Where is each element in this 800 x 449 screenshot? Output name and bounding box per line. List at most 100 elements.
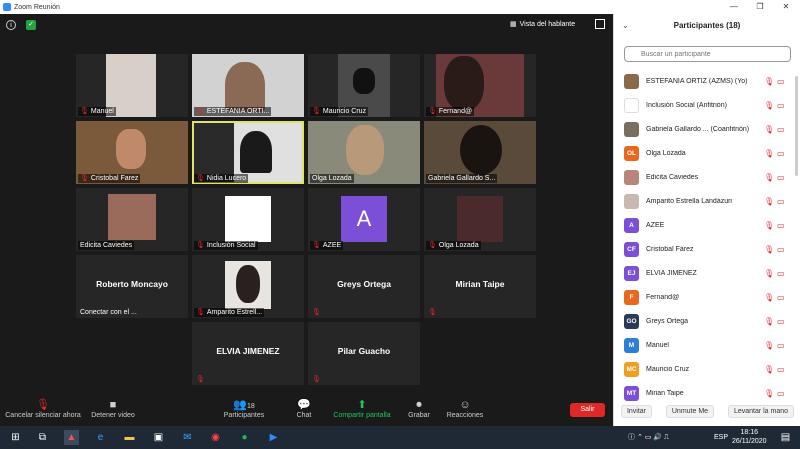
leave-meeting-button[interactable]: Salir bbox=[570, 403, 605, 417]
muted-mic-icon[interactable]: 🎙 bbox=[764, 173, 774, 182]
video-tile[interactable]: 🎙 Manuel bbox=[76, 54, 188, 117]
unmute-button[interactable]: 🎙 Cancelar silenciar ahora bbox=[4, 398, 82, 419]
video-off-icon[interactable]: ▭ bbox=[777, 389, 785, 398]
edge-icon[interactable]: e bbox=[93, 430, 108, 445]
video-tile[interactable]: Gabriela Gallardo S... bbox=[424, 121, 536, 184]
muted-mic-icon[interactable]: 🎙 bbox=[764, 389, 774, 398]
video-off-icon[interactable]: ▭ bbox=[777, 317, 785, 326]
video-off-icon[interactable]: ▭ bbox=[777, 293, 785, 302]
participant-row[interactable]: MC Mauricio Cruz 🎙 ▭ bbox=[614, 357, 800, 381]
video-tile[interactable]: 🎙 Cristobal Farez bbox=[76, 121, 188, 184]
video-off-icon[interactable]: ▭ bbox=[777, 149, 785, 158]
shield-icon[interactable]: ✓ bbox=[26, 20, 36, 30]
unmute-me-button[interactable]: Unmute Me bbox=[665, 404, 715, 418]
maximize-icon[interactable]: ❐ bbox=[748, 0, 772, 14]
muted-mic-icon[interactable]: 🎙 bbox=[764, 101, 774, 110]
info-icon[interactable]: i bbox=[6, 20, 16, 30]
folder-icon[interactable]: ▬ bbox=[122, 430, 137, 445]
participant-row[interactable]: Amparito Estrella Landázuri 🎙 ▭ bbox=[614, 189, 800, 213]
muted-mic-icon[interactable]: 🎙 bbox=[764, 365, 774, 374]
muted-mic-icon[interactable]: 🎙 bbox=[764, 77, 774, 86]
video-tile[interactable]: Roberto Moncayo Conectar con el ... bbox=[76, 255, 188, 318]
participant-row[interactable]: Edicita Caviedes 🎙 ▭ bbox=[614, 165, 800, 189]
video-off-icon[interactable]: ▭ bbox=[777, 365, 785, 374]
fullscreen-icon[interactable] bbox=[595, 19, 605, 29]
mail-icon[interactable]: ✉ bbox=[180, 430, 195, 445]
raise-hand-button[interactable]: Levantar la mano bbox=[727, 404, 795, 418]
spotify-icon[interactable]: ● bbox=[237, 430, 252, 445]
participant-row[interactable]: F Fernand@ 🎙 ▭ bbox=[614, 285, 800, 309]
video-tile[interactable]: Mirian Taipe 🎙 bbox=[424, 255, 536, 318]
video-off-icon[interactable]: ▭ bbox=[777, 173, 785, 182]
muted-mic-icon[interactable]: 🎙 bbox=[764, 341, 774, 350]
muted-mic-icon[interactable]: 🎙 bbox=[764, 221, 774, 230]
meeting-toolbar: 🎙 Cancelar silenciar ahora ■ Detener vid… bbox=[0, 395, 613, 426]
notifications-icon[interactable]: ▤ bbox=[778, 430, 793, 445]
chat-button[interactable]: 💬 Chat bbox=[290, 398, 318, 419]
search-input[interactable] bbox=[624, 46, 791, 62]
chrome-icon[interactable]: ◉ bbox=[208, 430, 223, 445]
speaker-view-button[interactable]: ▦ Vista del hablante bbox=[510, 17, 575, 31]
reactions-button[interactable]: ☺ Reacciones bbox=[444, 398, 486, 419]
record-button[interactable]: ⏺ Grabar bbox=[404, 398, 434, 419]
participant-row[interactable]: ESTEFANIA ORTIZ (AZMS) (Yo) 🎙 ▭ bbox=[614, 69, 800, 93]
muted-mic-icon[interactable]: 🎙 bbox=[764, 269, 774, 278]
windows-start-icon[interactable]: ⊞ bbox=[8, 430, 23, 445]
panel-header: ⌄ Participantes (18) bbox=[614, 14, 800, 38]
system-clock[interactable]: 18:16 26/11/2020 bbox=[732, 428, 767, 446]
video-tile[interactable]: Edicita Caviedes bbox=[76, 188, 188, 251]
participant-row[interactable]: Gabriela Gallardo ... (Coanfitrión) 🎙 ▭ bbox=[614, 117, 800, 141]
participant-name: Mauricio Cruz bbox=[646, 365, 690, 373]
participant-row[interactable]: M Manuel 🎙 ▭ bbox=[614, 333, 800, 357]
share-screen-button[interactable]: ⬆ Compartir pantalla bbox=[330, 398, 394, 419]
language-indicator[interactable]: ESP bbox=[714, 426, 728, 449]
video-tile[interactable]: 🎙 Olga Lozada bbox=[424, 188, 536, 251]
video-off-icon[interactable]: ▭ bbox=[777, 341, 785, 350]
participant-row[interactable]: EJ ELVIA JIMENEZ 🎙 ▭ bbox=[614, 261, 800, 285]
participant-row[interactable]: GO Greys Ortega 🎙 ▭ bbox=[614, 309, 800, 333]
video-tile[interactable]: Olga Lozada bbox=[308, 121, 420, 184]
participant-row[interactable]: Inclusión Social (Anfitrión) 🎙 ▭ bbox=[614, 93, 800, 117]
muted-mic-icon[interactable]: 🎙 bbox=[764, 293, 774, 302]
muted-mic-icon[interactable]: 🎙 bbox=[764, 245, 774, 254]
video-tile[interactable]: 🎙 Inclusión Social bbox=[192, 188, 304, 251]
zoom-logo-icon bbox=[3, 3, 11, 11]
muted-mic-icon[interactable]: 🎙 bbox=[764, 149, 774, 158]
close-icon[interactable]: ✕ bbox=[774, 0, 798, 14]
video-tile[interactable]: 🎙 Amparito Estrell... bbox=[192, 255, 304, 318]
chevron-down-icon[interactable]: ⌄ bbox=[622, 14, 629, 38]
muted-mic-icon[interactable]: 🎙 bbox=[764, 125, 774, 134]
minimize-icon[interactable]: — bbox=[722, 0, 746, 14]
video-off-icon[interactable]: ▭ bbox=[777, 125, 785, 134]
video-off-icon[interactable]: ▭ bbox=[777, 245, 785, 254]
muted-mic-icon[interactable]: 🎙 bbox=[764, 317, 774, 326]
video-off-icon[interactable]: ▭ bbox=[777, 269, 785, 278]
video-tile[interactable]: ELVIA JIMENEZ 🎙 bbox=[192, 322, 304, 385]
stop-video-button[interactable]: ■ Detener video bbox=[88, 398, 138, 419]
muted-mic-icon[interactable]: 🎙 bbox=[764, 197, 774, 206]
video-off-icon[interactable]: ▭ bbox=[777, 221, 785, 230]
video-off-icon[interactable]: ▭ bbox=[777, 77, 785, 86]
video-tile[interactable]: 🎙 Fernand@ bbox=[424, 54, 536, 117]
video-tile[interactable]: 🎙 ESTEFANIA ORTI... bbox=[192, 54, 304, 117]
participant-row[interactable]: OL Olga Lozada 🎙 ▭ bbox=[614, 141, 800, 165]
video-tile[interactable]: A 🎙 AZEE bbox=[308, 188, 420, 251]
participant-row[interactable]: CF Cristobal Fárez 🎙 ▭ bbox=[614, 237, 800, 261]
video-off-icon[interactable]: ▭ bbox=[777, 197, 785, 206]
zoom-taskbar-icon[interactable]: ▶ bbox=[266, 430, 281, 445]
invite-button[interactable]: Invitar bbox=[620, 404, 652, 418]
task-view-icon[interactable]: ⧉ bbox=[35, 430, 50, 445]
video-tile[interactable]: 🎙 Mauricio Cruz bbox=[308, 54, 420, 117]
muted-mic-icon: 🎙 bbox=[312, 108, 321, 115]
tray-icons[interactable]: ⓘ ⌃ ▭ 🔊 ⎍ bbox=[628, 426, 669, 449]
participants-button[interactable]: 👥18 Participantes bbox=[220, 398, 268, 419]
video-off-icon[interactable]: ▭ bbox=[777, 101, 785, 110]
video-tile-active-speaker[interactable]: 🎙 Nidia Lucero bbox=[192, 121, 304, 184]
store-icon[interactable]: ▣ bbox=[151, 430, 166, 445]
video-tile[interactable]: Greys Ortega 🎙 bbox=[308, 255, 420, 318]
video-tile[interactable]: Pilar Guacho 🎙 bbox=[308, 322, 420, 385]
app-icon[interactable]: ▲ bbox=[64, 430, 79, 445]
tile-big-name: Roberto Moncayo bbox=[96, 279, 168, 289]
avatar: M bbox=[624, 337, 639, 353]
participant-row[interactable]: A AZEE 🎙 ▭ bbox=[614, 213, 800, 237]
